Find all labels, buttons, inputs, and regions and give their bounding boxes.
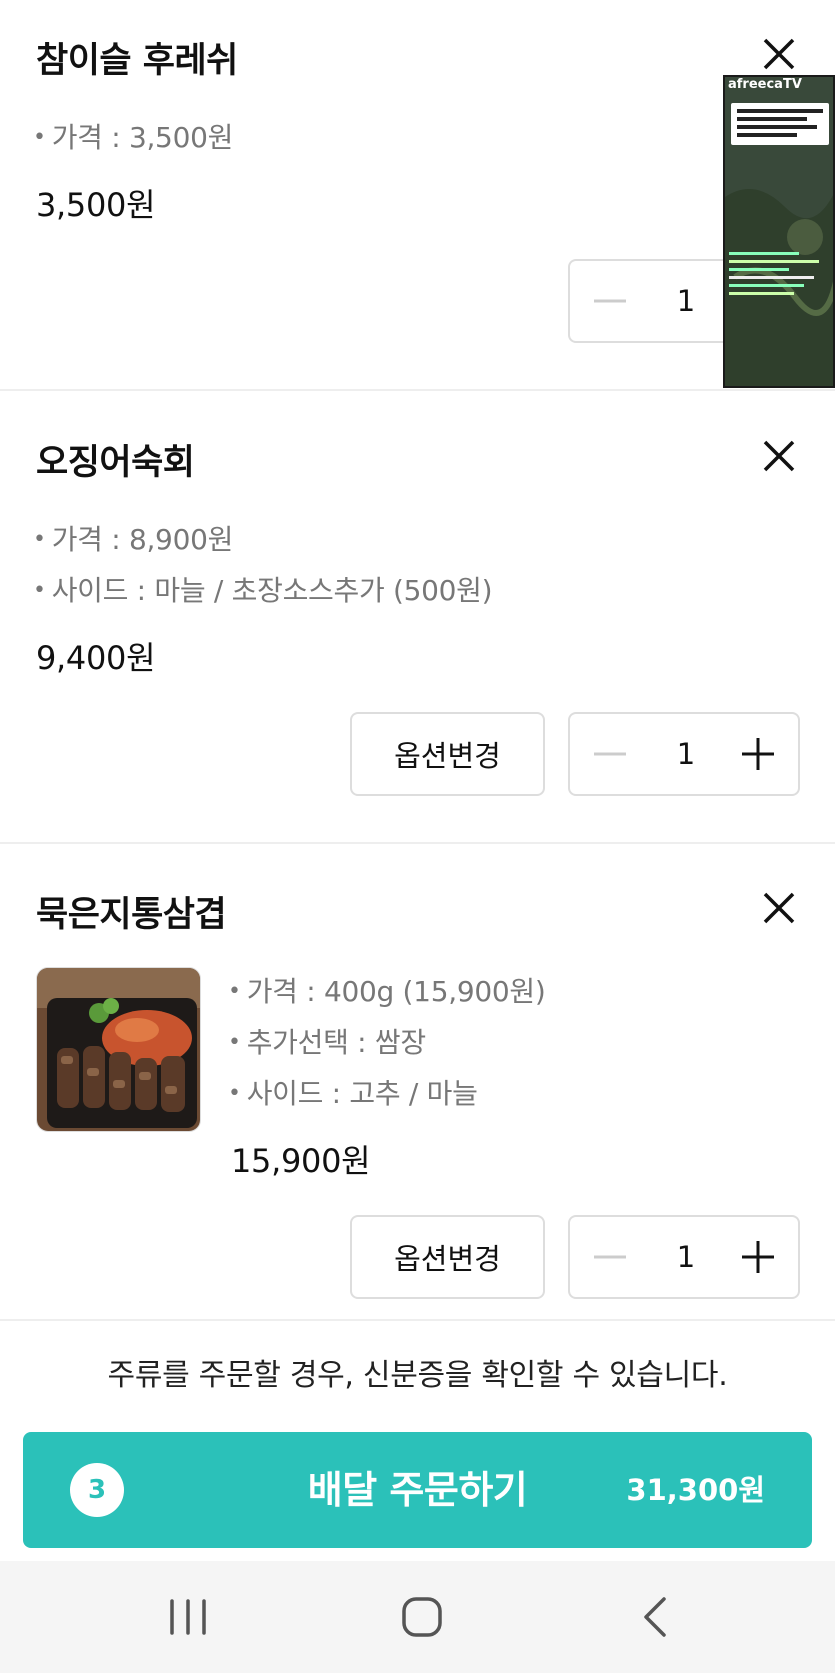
item-name: 오징어숙회 bbox=[36, 443, 195, 483]
system-nav-bar bbox=[0, 1561, 835, 1673]
quantity-value: 1 bbox=[676, 1240, 696, 1274]
plus-icon[interactable] bbox=[738, 1237, 778, 1277]
item-option: • 추가선택 : 쌈장 bbox=[228, 1026, 426, 1059]
change-option-button[interactable]: 옵션변경 bbox=[350, 712, 545, 796]
item-price: 15,900원 bbox=[231, 1142, 371, 1180]
item-option: • 가격 : 400g (15,900원) bbox=[228, 975, 546, 1008]
back-icon bbox=[644, 1597, 666, 1637]
item-option: • 사이드 : 고추 / 마늘 bbox=[228, 1077, 478, 1110]
id-check-notice: 주류를 주문할 경우, 신분증을 확인할 수 있습니다. bbox=[107, 1358, 728, 1393]
video-frame bbox=[725, 77, 833, 386]
remove-item-button[interactable] bbox=[759, 436, 799, 476]
close-icon bbox=[763, 892, 795, 924]
cart-item: 오징어숙회 • 가격 : 8,900원 • 사이드 : 마늘 / 초장소스추가 (5… bbox=[0, 391, 835, 842]
recent-apps-button[interactable] bbox=[158, 1589, 218, 1645]
pip-video-overlay[interactable]: afreecaTV bbox=[723, 75, 835, 388]
plus-icon[interactable] bbox=[738, 734, 778, 774]
quantity-value: 1 bbox=[676, 284, 696, 318]
item-price: 9,400원 bbox=[36, 639, 156, 677]
item-name: 묵은지통삼겹 bbox=[36, 895, 227, 935]
close-icon bbox=[763, 440, 795, 472]
item-option: • 사이드 : 마늘 / 초장소스추가 (500원) bbox=[33, 574, 493, 607]
quantity-stepper[interactable]: 1 bbox=[568, 1215, 800, 1299]
minus-icon[interactable] bbox=[590, 1237, 630, 1277]
quantity-stepper[interactable]: 1 bbox=[568, 712, 800, 796]
item-thumbnail bbox=[36, 967, 201, 1132]
recent-apps-icon bbox=[170, 1599, 206, 1635]
remove-item-button[interactable] bbox=[759, 888, 799, 928]
close-icon bbox=[763, 38, 795, 70]
remove-item-button[interactable] bbox=[759, 34, 799, 74]
item-option: • 가격 : 3,500원 bbox=[33, 121, 234, 154]
order-total: 31,300원 bbox=[626, 1473, 765, 1507]
cart-item: 참이슬 후레쉬 • 가격 : 3,500원 3,500원 1 bbox=[0, 0, 835, 390]
change-option-button[interactable]: 옵션변경 bbox=[350, 1215, 545, 1299]
home-icon bbox=[402, 1597, 442, 1637]
divider bbox=[0, 1319, 835, 1321]
minus-icon[interactable] bbox=[590, 734, 630, 774]
item-name: 참이슬 후레쉬 bbox=[36, 41, 238, 81]
back-button[interactable] bbox=[626, 1589, 686, 1645]
delivery-order-button[interactable]: 3 배달 주문하기 31,300원 bbox=[23, 1432, 812, 1548]
minus-icon[interactable] bbox=[590, 281, 630, 321]
quantity-value: 1 bbox=[676, 737, 696, 771]
home-button[interactable] bbox=[392, 1589, 452, 1645]
afreecatv-logo: afreecaTV bbox=[728, 77, 802, 92]
item-price: 3,500원 bbox=[36, 186, 156, 224]
item-option: • 가격 : 8,900원 bbox=[33, 523, 234, 556]
